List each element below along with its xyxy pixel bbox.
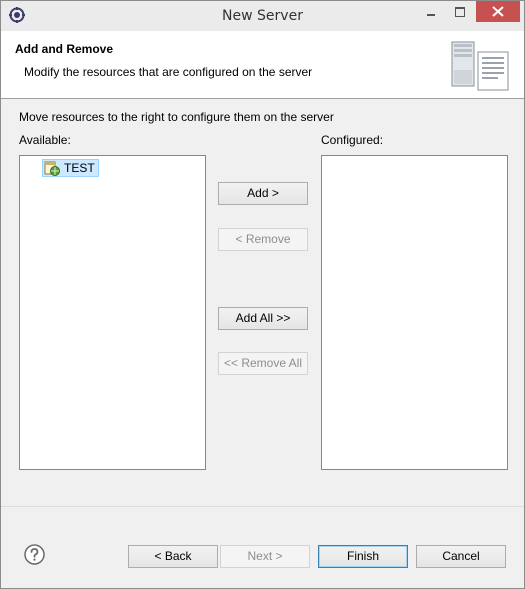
page-description: Modify the resources that are configured… xyxy=(24,65,313,79)
add-all-button[interactable]: Add All >> xyxy=(218,307,308,330)
title-bar[interactable]: New Server xyxy=(1,1,524,31)
available-list[interactable]: TEST xyxy=(19,155,206,470)
wizard-header: Add and Remove Modify the resources that… xyxy=(1,31,524,99)
remove-all-button[interactable]: << Remove All xyxy=(218,352,308,375)
server-wizard-icon xyxy=(451,41,509,91)
new-server-dialog: New Server Add and Remove Modify the res… xyxy=(0,0,525,589)
list-item-label: TEST xyxy=(64,161,95,175)
instruction-text: Move resources to the right to configure… xyxy=(19,110,334,124)
add-button[interactable]: Add > xyxy=(218,182,308,205)
minimize-button[interactable] xyxy=(418,1,444,22)
available-label: Available: xyxy=(19,133,71,147)
web-project-icon xyxy=(44,161,60,176)
footer-separator xyxy=(1,506,524,507)
help-icon[interactable] xyxy=(24,544,45,565)
back-button[interactable]: < Back xyxy=(128,545,218,568)
close-button[interactable] xyxy=(476,1,520,22)
cancel-button[interactable]: Cancel xyxy=(416,545,506,568)
page-title: Add and Remove xyxy=(15,42,114,56)
maximize-button[interactable] xyxy=(446,1,472,22)
configured-list[interactable] xyxy=(321,155,508,470)
remove-button[interactable]: < Remove xyxy=(218,228,308,251)
list-item-test[interactable]: TEST xyxy=(42,159,99,177)
next-button[interactable]: Next > xyxy=(220,545,310,568)
close-icon xyxy=(492,6,504,17)
configured-label: Configured: xyxy=(321,133,384,147)
finish-button[interactable]: Finish xyxy=(318,545,408,568)
